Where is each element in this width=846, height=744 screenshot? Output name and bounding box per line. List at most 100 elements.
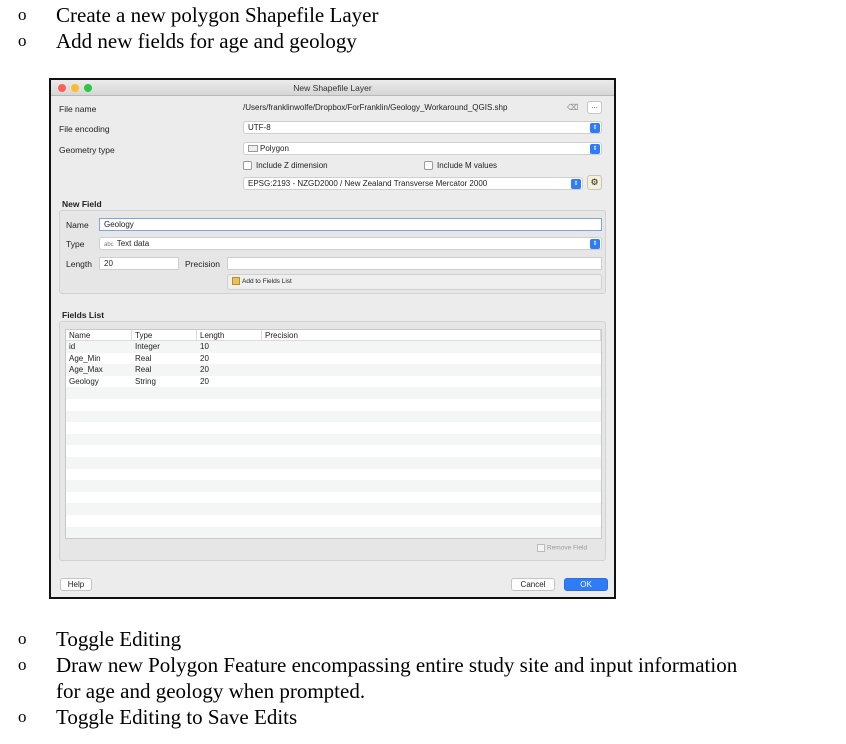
- name-input[interactable]: Geology: [99, 218, 602, 231]
- geometry-type-label: Geometry type: [59, 145, 115, 155]
- crs-select[interactable]: EPSG:2193 - NZGD2000 / New Zealand Trans…: [243, 177, 583, 190]
- remove-field-label: Remove Field: [547, 544, 588, 552]
- table-row-empty: [66, 538, 601, 539]
- table-cell: Geology: [69, 376, 99, 386]
- type-label: Type: [66, 239, 85, 249]
- bullet-text: Draw new Polygon Feature encompassing en…: [56, 653, 738, 677]
- table-cell: Age_Min: [69, 353, 101, 363]
- bullet-mark: o: [18, 629, 27, 648]
- add-to-fields-list-button[interactable]: Add to Fields List: [227, 274, 602, 290]
- file-encoding-select[interactable]: UTF-8 ⇕: [243, 121, 602, 134]
- cancel-button[interactable]: Cancel: [511, 578, 555, 591]
- file-encoding-label: File encoding: [59, 124, 110, 134]
- table-cell: 20: [200, 376, 209, 386]
- dialog-title: New Shapefile Layer: [293, 83, 372, 93]
- table-row-empty: [66, 480, 601, 492]
- new-field-group: Name Geology Type abc Text data ⇕ Length …: [59, 210, 606, 294]
- fields-table[interactable]: Name Type Length Precision id Integer 10 Ag…: [65, 329, 602, 539]
- table-row-empty: [66, 422, 601, 434]
- table-cell: [262, 376, 601, 388]
- table-cell: [262, 353, 601, 365]
- table-cell: id: [69, 342, 76, 351]
- table-body: id Integer 10 Age_Min Real 20 Age_Max Real 20 Geo…: [66, 341, 601, 539]
- precision-input[interactable]: [227, 257, 602, 270]
- table-row-empty: [66, 526, 601, 538]
- chevron-updown-icon: ⇕: [590, 144, 600, 154]
- file-name-input[interactable]: /Users/franklinwolfe/Dropbox/ForFranklin…: [239, 102, 579, 115]
- type-value: Text data: [116, 239, 150, 248]
- table-row[interactable]: Age_Min Real 20: [66, 353, 601, 365]
- remove-field-icon: [537, 544, 545, 552]
- fields-list-title: Fields List: [62, 310, 105, 320]
- table-cell: 20: [200, 353, 209, 363]
- file-name-label: File name: [59, 104, 97, 114]
- ok-button[interactable]: OK: [564, 578, 608, 591]
- table-row[interactable]: Geology String 20: [66, 376, 601, 388]
- include-z-checkbox[interactable]: Include Z dimension: [243, 161, 328, 170]
- table-row-empty: [66, 387, 601, 399]
- checkbox-box: [424, 161, 433, 170]
- bullet-text: Add new fields for age and geology: [56, 29, 357, 53]
- length-label: Length: [66, 259, 92, 269]
- table-row[interactable]: id Integer 10: [66, 341, 601, 353]
- new-field-title: New Field: [62, 199, 102, 209]
- column-header[interactable]: Precision: [262, 330, 601, 340]
- precision-label: Precision: [185, 259, 220, 269]
- column-header[interactable]: Type: [132, 330, 197, 340]
- bullet-item: o Draw new Polygon Feature encompassing …: [18, 652, 737, 678]
- bullet-mark: o: [18, 655, 27, 674]
- table-row-empty: [66, 399, 601, 411]
- table-row-empty: [66, 469, 601, 481]
- add-to-fields-list-label: Add to Fields List: [242, 278, 292, 285]
- polygon-icon: [248, 145, 258, 153]
- chevron-updown-icon: ⇕: [571, 179, 581, 189]
- clear-icon[interactable]: ⌫: [567, 103, 578, 112]
- title-bar: New Shapefile Layer: [51, 80, 614, 96]
- help-button[interactable]: Help: [60, 578, 92, 591]
- include-z-label: Include Z dimension: [256, 161, 328, 170]
- geometry-type-select[interactable]: Polygon ⇕: [243, 142, 602, 155]
- bullet-mark: o: [18, 707, 27, 726]
- remove-field-button[interactable]: Remove Field: [537, 544, 587, 552]
- file-encoding-value: UTF-8: [248, 123, 271, 132]
- crs-selector-icon[interactable]: ⚙: [587, 175, 602, 190]
- geometry-type-value: Polygon: [260, 144, 289, 153]
- crs-value: EPSG:2193 - NZGD2000 / New Zealand Trans…: [248, 179, 488, 188]
- type-select[interactable]: abc Text data ⇕: [99, 237, 602, 250]
- table-cell: Real: [135, 365, 152, 375]
- bullet-text: Toggle Editing to Save Edits: [56, 705, 298, 729]
- text-type-icon: abc: [104, 242, 114, 248]
- bullet-item: o Toggle Editing to Save Edits: [18, 704, 297, 730]
- bullet-item: o Create a new polygon Shapefile Layer: [18, 2, 378, 28]
- add-field-icon: [232, 277, 240, 286]
- chevron-updown-icon: ⇕: [590, 123, 600, 133]
- new-shapefile-layer-dialog: New Shapefile Layer File name /Users/fra…: [49, 78, 616, 599]
- column-header[interactable]: Name: [66, 330, 132, 340]
- bullet-mark: o: [18, 5, 27, 24]
- checkbox-box: [243, 161, 252, 170]
- table-row-empty: [66, 503, 601, 515]
- bullet-text: Toggle Editing: [56, 627, 182, 651]
- column-header[interactable]: Length: [197, 330, 262, 340]
- table-cell: Age_Max: [69, 365, 103, 375]
- bullet-text: for age and geology when prompted.: [56, 679, 366, 703]
- table-cell: String: [135, 376, 156, 386]
- length-input[interactable]: 20: [99, 257, 179, 270]
- bullet-mark: [18, 678, 56, 704]
- include-m-checkbox[interactable]: Include M values: [424, 161, 497, 170]
- table-row-empty: [66, 410, 601, 423]
- bullet-mark: o: [18, 31, 27, 50]
- table-row-empty: [66, 433, 601, 446]
- table-row-empty: [66, 445, 601, 457]
- table-row-empty: [66, 515, 601, 527]
- bullet-item: o Add new fields for age and geology: [18, 28, 357, 54]
- table-cell: 20: [200, 365, 209, 375]
- bullet-item: o Toggle Editing: [18, 626, 181, 652]
- table-row[interactable]: Age_Max Real 20: [66, 364, 601, 376]
- browse-button[interactable]: ...: [587, 101, 602, 114]
- table-cell: Real: [135, 353, 152, 363]
- table-cell: Integer: [135, 342, 160, 351]
- name-label: Name: [66, 220, 89, 230]
- chevron-updown-icon: ⇕: [590, 239, 600, 249]
- table-row-empty: [66, 492, 601, 504]
